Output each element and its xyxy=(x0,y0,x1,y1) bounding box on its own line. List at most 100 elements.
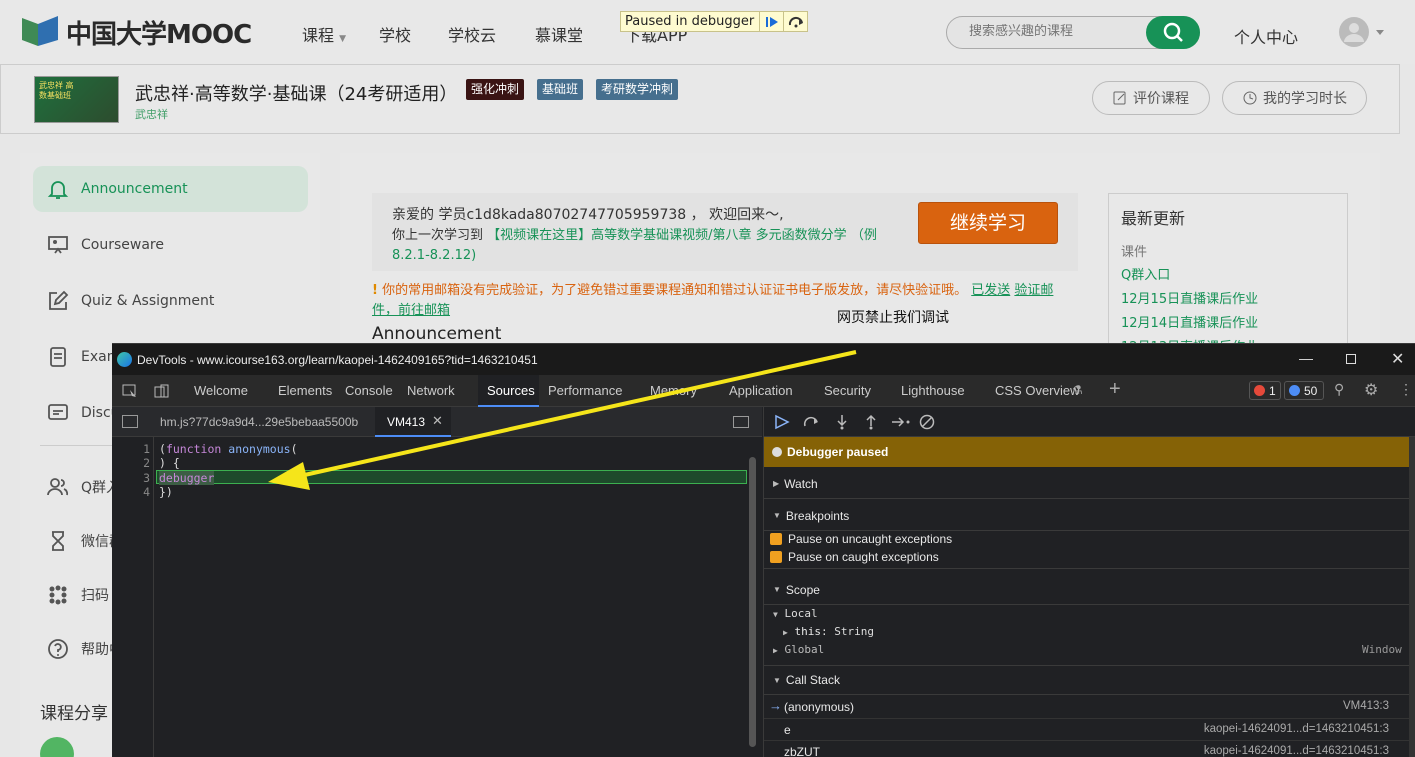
resume-icon[interactable] xyxy=(774,414,790,430)
nav-schools[interactable]: 学校 xyxy=(379,22,411,46)
message-count-badge[interactable]: 50 xyxy=(1284,381,1324,400)
call-frame[interactable]: zbZUT kaopei-14624091...d=1463210451:3 xyxy=(764,740,1409,757)
minimize-icon[interactable]: — xyxy=(1299,350,1313,366)
call-frame-active[interactable]: → (anonymous) VM413:3 xyxy=(764,696,1409,718)
pause-caught-checkbox[interactable]: Pause on caught exceptions xyxy=(770,550,939,564)
source-file-tabs: hm.js?77dc9a9d4...29e5bebaa5500b VM413 ✕ xyxy=(112,407,762,437)
devtools-title: DevTools - www.icourse163.org/learn/kaop… xyxy=(137,353,538,367)
call-stack-section[interactable]: ▼ Call Stack xyxy=(764,665,1409,695)
more-menu-icon[interactable]: ⋮ xyxy=(1399,381,1413,398)
course-title: 武忠祥·高等数学·基础课（24考研适用） xyxy=(135,84,458,105)
error-count-badge[interactable]: 1 xyxy=(1249,381,1281,400)
scope-this[interactable]: ▶ this: String xyxy=(783,625,874,638)
search-button[interactable] xyxy=(1146,16,1200,49)
step-icon[interactable] xyxy=(891,414,911,430)
scope-section[interactable]: ▼ Scope xyxy=(764,575,1409,605)
gear-icon[interactable]: ⚙ xyxy=(1364,380,1378,400)
step-over-icon[interactable] xyxy=(783,12,807,31)
update-item[interactable]: 12月15日直播课后作业 xyxy=(1121,288,1258,307)
mooc-logo-icon[interactable] xyxy=(20,14,60,48)
line-number: 3 xyxy=(143,471,150,485)
scope-global[interactable]: ▶ Global xyxy=(773,643,824,656)
step-over-icon[interactable] xyxy=(803,414,819,430)
email-sent-link[interactable]: 已发送 xyxy=(971,283,1010,298)
tab-performance[interactable]: Performance xyxy=(548,383,622,398)
search-box xyxy=(946,16,1200,49)
sidebar-item-quiz[interactable]: Quiz & Assignment xyxy=(33,278,308,324)
device-toolbar-icon[interactable] xyxy=(154,384,170,398)
inspect-icon[interactable] xyxy=(122,384,138,398)
sidebar-item-announcement[interactable]: Announcement xyxy=(33,166,308,212)
close-tab-icon[interactable]: ✕ xyxy=(432,413,443,429)
line-number: 1 xyxy=(143,442,150,456)
sidebar-item-label: Courseware xyxy=(81,237,164,253)
nav-courses[interactable]: 课程 ▼ xyxy=(302,22,346,46)
message-count: 50 xyxy=(1304,383,1318,398)
tab-application[interactable]: Application xyxy=(729,383,793,398)
thumbnail-text: 武忠祥 高数基础班 xyxy=(39,81,74,100)
message-icon xyxy=(1289,385,1300,396)
nav-mooc-classroom[interactable]: 慕课堂 xyxy=(535,22,583,46)
rate-course-button[interactable]: 评价课程 xyxy=(1092,81,1210,115)
editor-scrollbar[interactable] xyxy=(749,457,756,747)
scope-local[interactable]: ▼ Local xyxy=(773,607,818,620)
tag-basic[interactable]: 基础班 xyxy=(537,79,584,100)
step-into-icon[interactable] xyxy=(834,414,850,430)
frame-function: zbZUT xyxy=(784,745,820,757)
tab-welcome[interactable]: Welcome xyxy=(194,383,248,398)
tab-console[interactable]: Console xyxy=(345,383,393,398)
devtools-titlebar: DevTools - www.icourse163.org/learn/kaop… xyxy=(112,343,1415,375)
site-logo-text[interactable]: 中国大学MOOC xyxy=(66,14,252,51)
step-out-icon[interactable] xyxy=(863,414,879,430)
deactivate-breakpoints-icon[interactable] xyxy=(919,414,935,430)
study-time-button[interactable]: 我的学习时长 xyxy=(1222,81,1367,115)
update-item[interactable]: Q群入口 xyxy=(1121,264,1170,283)
bell-icon xyxy=(47,181,69,199)
updates-category: 课件 xyxy=(1121,245,1148,260)
close-icon[interactable]: ✕ xyxy=(1391,349,1404,369)
code-editor[interactable]: 1 (function anonymous( 2 ) { 3 debugger … xyxy=(112,437,762,757)
tab-elements[interactable]: Elements xyxy=(278,383,332,398)
tab-sources[interactable]: Sources xyxy=(478,375,539,407)
scope-local-label: Local xyxy=(784,607,818,620)
sidebar-scrollbar[interactable] xyxy=(1409,437,1415,757)
toggle-navigator-icon[interactable] xyxy=(122,415,138,428)
maximize-icon[interactable] xyxy=(1346,354,1356,364)
toggle-debugger-icon[interactable] xyxy=(733,416,749,428)
announcement-heading: Announcement xyxy=(372,324,502,344)
watch-section[interactable]: ▶ Watch xyxy=(764,469,1409,499)
tab-lighthouse[interactable]: Lighthouse xyxy=(901,383,965,398)
tag-math-sprint[interactable]: 考研数学冲刺 xyxy=(596,79,679,100)
nav-school-cloud[interactable]: 学校云 xyxy=(448,22,496,46)
teacher-link[interactable]: 武忠祥 xyxy=(135,106,168,122)
course-thumbnail[interactable]: 武忠祥 高数基础班 xyxy=(34,76,119,123)
this-value: String xyxy=(834,625,874,638)
resume-icon[interactable] xyxy=(759,12,783,31)
avatar[interactable] xyxy=(1339,16,1385,48)
tag-intensive[interactable]: 强化冲刺 xyxy=(466,79,525,100)
last-study-link[interactable]: 【视频课在这里】高等数学基础课视频/第八章 多元函数微分学 xyxy=(487,228,847,243)
gutter-divider xyxy=(153,437,154,757)
update-item[interactable]: 12月14日直播课后作业 xyxy=(1121,312,1258,331)
tab-network[interactable]: Network xyxy=(407,383,455,398)
sidebar-item-courseware[interactable]: Courseware xyxy=(33,222,308,268)
overlay-note: 网页禁止我们调试 xyxy=(837,310,949,326)
tab-css-overview[interactable]: CSS Overview xyxy=(995,383,1080,398)
call-frame[interactable]: e kaopei-14624091...d=1463210451:3 xyxy=(764,718,1409,740)
breakpoints-section[interactable]: ▼ Breakpoints xyxy=(764,501,1409,531)
code-line-4: }) xyxy=(159,485,173,499)
search-input[interactable] xyxy=(969,24,1119,39)
collapse-arrow-icon: ▼ xyxy=(773,585,781,594)
tab-security[interactable]: Security xyxy=(824,383,871,398)
paused-line-highlight xyxy=(156,470,747,484)
file-tab-vm413[interactable]: VM413 ✕ xyxy=(375,407,451,437)
feedback-icon[interactable]: ⚲ xyxy=(1334,381,1344,398)
wechat-share-icon[interactable] xyxy=(40,737,74,757)
tab-memory[interactable]: Memory xyxy=(650,383,697,398)
pause-uncaught-checkbox[interactable]: Pause on uncaught exceptions xyxy=(770,532,952,546)
add-tab-icon[interactable]: + xyxy=(1109,378,1121,401)
file-tab-hm[interactable]: hm.js?77dc9a9d4...29e5bebaa5500b xyxy=(160,415,358,429)
continue-study-button[interactable]: 继续学习 xyxy=(918,202,1058,244)
user-center-link[interactable]: 个人中心 xyxy=(1234,24,1298,48)
checkbox-checked-icon xyxy=(770,533,782,545)
